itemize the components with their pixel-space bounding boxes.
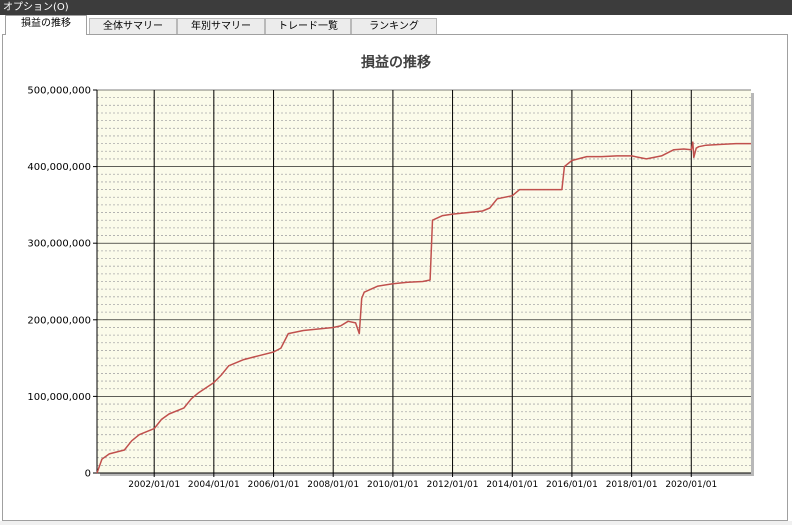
- y-tick-label: 200,000,000: [27, 315, 91, 326]
- x-tick-label: 2016/01/01: [546, 480, 598, 490]
- bottom-strip: [0, 521, 792, 525]
- y-tick-label: 500,000,000: [27, 86, 91, 97]
- x-tick-label: 2002/01/01: [128, 480, 180, 490]
- x-tick-label: 2006/01/01: [248, 480, 300, 490]
- x-tick-label: 2008/01/01: [307, 480, 359, 490]
- x-tick-label: 2018/01/01: [606, 480, 658, 490]
- x-tick-label: 2012/01/01: [427, 480, 479, 490]
- y-tick-label: 100,000,000: [27, 392, 91, 403]
- y-tick-label: 400,000,000: [27, 162, 91, 173]
- tab-profit-transition[interactable]: 損益の推移: [5, 15, 87, 35]
- x-tick-label: 2020/01/01: [665, 480, 717, 490]
- x-tick-label: 2004/01/01: [188, 480, 240, 490]
- profit-chart: 0 100,000,000 200,000,000 300,000,000 400,00…: [27, 86, 754, 490]
- x-tick-label: 2010/01/01: [367, 480, 419, 490]
- x-tick-label: 2014/01/01: [486, 480, 538, 490]
- y-tick-label: 300,000,000: [27, 239, 91, 250]
- y-tick-label: 0: [85, 469, 91, 480]
